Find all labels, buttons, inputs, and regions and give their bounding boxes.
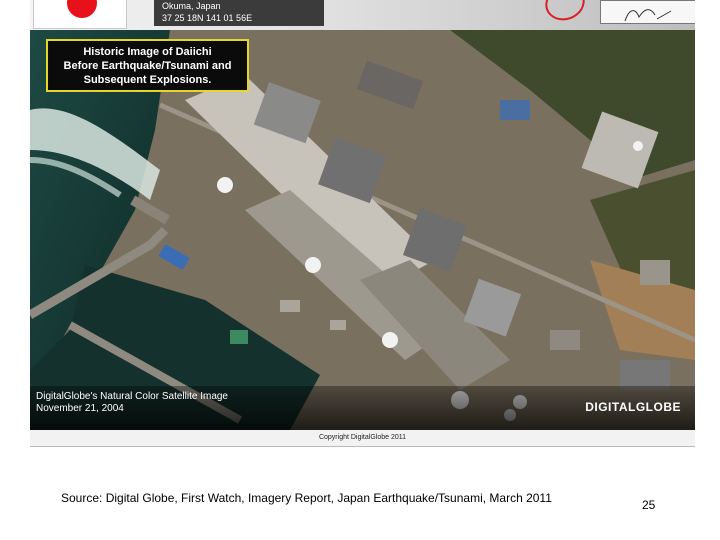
caption-line-1: DigitalGlobe's Natural Color Satellite I… xyxy=(36,391,228,402)
location-name: Okuma, Japan xyxy=(162,1,221,11)
japan-flag-icon xyxy=(33,0,127,29)
callout-line-3: Subsequent Explosions. xyxy=(83,74,212,86)
historic-image-callout: Historic Image of Daiichi Before Earthqu… xyxy=(46,39,249,92)
callout-line-2: Before Earthquake/Tsunami and xyxy=(63,60,232,72)
signature-stamp xyxy=(600,0,695,24)
source-citation: Source: Digital Globe, First Watch, Imag… xyxy=(61,491,552,505)
red-logo-icon xyxy=(540,0,590,26)
image-caption-bar: DigitalGlobe's Natural Color Satellite I… xyxy=(30,386,695,430)
image-caption: DigitalGlobe's Natural Color Satellite I… xyxy=(36,391,228,415)
page-number: 25 xyxy=(642,498,656,512)
image-copyright: Copyright DigitalGlobe 2011 xyxy=(30,430,695,447)
rising-sun-disc xyxy=(67,0,97,18)
caption-line-2: November 21, 2004 xyxy=(36,403,124,414)
location-coordinates: 37 25 18N 141 01 56E xyxy=(162,13,253,23)
location-box: Okuma, Japan 37 25 18N 141 01 56E xyxy=(154,0,324,26)
callout-line-1: Historic Image of Daiichi xyxy=(83,46,212,58)
digitalglobe-logo: DIGITALGLOBE xyxy=(585,400,681,414)
header-strip: Okuma, Japan 37 25 18N 141 01 56E xyxy=(30,0,695,30)
satellite-image: Historic Image of Daiichi Before Earthqu… xyxy=(30,30,695,430)
